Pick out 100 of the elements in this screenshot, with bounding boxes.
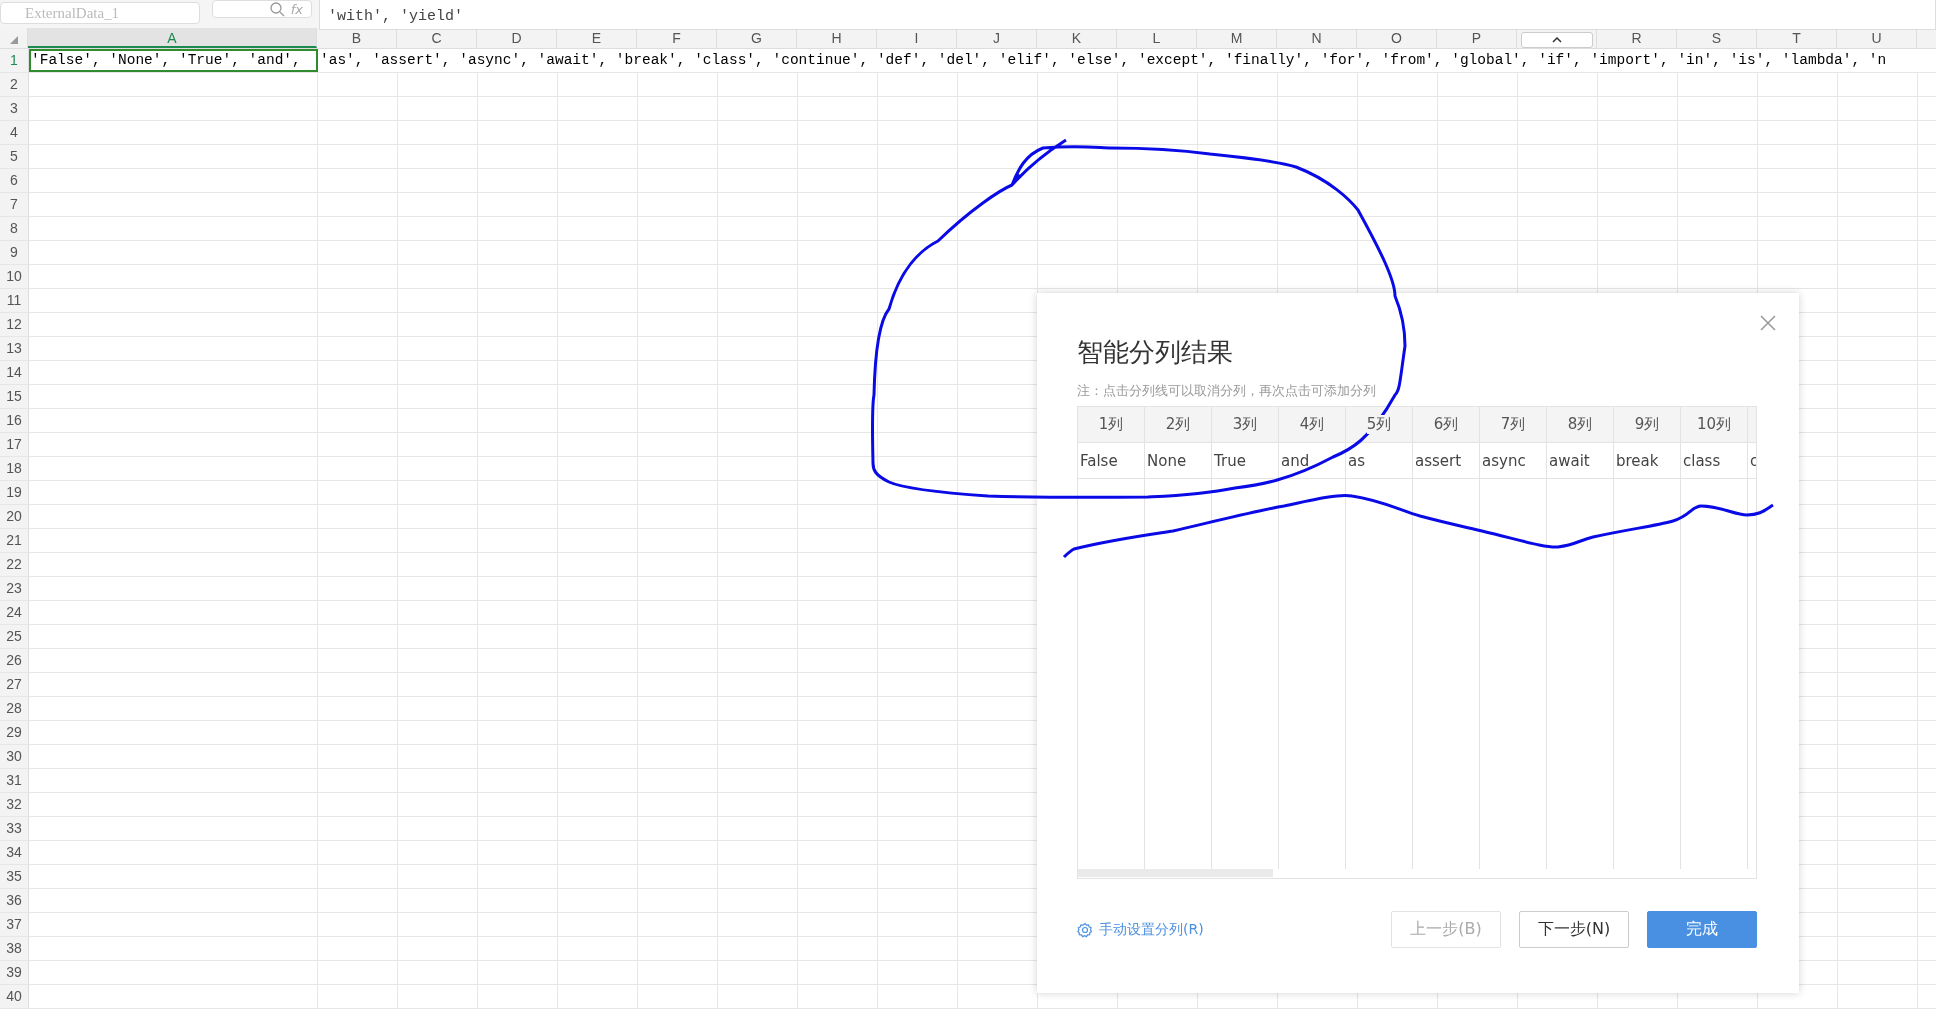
row-number[interactable]: 23 bbox=[0, 577, 29, 600]
row-number[interactable]: 27 bbox=[0, 673, 29, 696]
table-cell: break bbox=[1614, 443, 1680, 479]
table-cell: class bbox=[1681, 443, 1747, 479]
close-icon[interactable] bbox=[1759, 314, 1777, 332]
row-number[interactable]: 10 bbox=[0, 265, 29, 288]
note-text: 注：点击分列线可以取消分列，再次点击可添加分列 bbox=[1077, 382, 1377, 400]
row-number[interactable]: 2 bbox=[0, 73, 29, 96]
select-all-icon[interactable] bbox=[9, 36, 18, 44]
column-header[interactable]: 6列 bbox=[1413, 407, 1479, 443]
row-number[interactable]: 22 bbox=[0, 553, 29, 576]
row-number[interactable]: 26 bbox=[0, 649, 29, 672]
column-header[interactable]: R bbox=[1597, 28, 1677, 48]
table-cell: True bbox=[1212, 443, 1278, 479]
row-number[interactable]: 18 bbox=[0, 457, 29, 480]
row-number[interactable]: 25 bbox=[0, 625, 29, 648]
selected-cell[interactable]: 'False', 'None', 'True', 'and', bbox=[29, 49, 318, 72]
row-number[interactable]: 35 bbox=[0, 865, 29, 888]
column-header[interactable]: 3列 bbox=[1212, 407, 1278, 443]
row-number[interactable]: 5 bbox=[0, 145, 29, 168]
column-header[interactable]: L bbox=[1117, 28, 1197, 48]
column-header[interactable]: B bbox=[317, 28, 397, 48]
table-column[interactable]: 2列 None bbox=[1145, 407, 1212, 869]
row-number[interactable]: 4 bbox=[0, 121, 29, 144]
table-cell: as bbox=[1346, 443, 1412, 479]
column-header[interactable] bbox=[1748, 407, 1756, 443]
row-number[interactable]: 6 bbox=[0, 169, 29, 192]
column-header[interactable]: 4列 bbox=[1279, 407, 1345, 443]
row-number[interactable]: 39 bbox=[0, 961, 29, 984]
row-number[interactable]: 11 bbox=[0, 289, 29, 312]
cell-text: 'as', 'assert', 'async', 'await', 'break', 'class', 'continue', 'def', 'del', 'elif', 'else', 'except', 'finally', 'for', 'from', 'global', 'if', 'import', 'in', 'is', 'lambda', 'n bbox=[319, 51, 1887, 70]
row-number[interactable]: 30 bbox=[0, 745, 29, 768]
table-cell: and bbox=[1279, 443, 1345, 479]
column-header[interactable]: 1列 bbox=[1078, 407, 1144, 443]
column-header[interactable]: E bbox=[557, 28, 637, 48]
search-icon bbox=[268, 1, 285, 17]
row-number[interactable]: 7 bbox=[0, 193, 29, 216]
table-column[interactable]: 7列 async bbox=[1480, 407, 1547, 869]
table-column[interactable]: 4列 and bbox=[1279, 407, 1346, 869]
row-number[interactable]: 20 bbox=[0, 505, 29, 528]
row-number[interactable]: 34 bbox=[0, 841, 29, 864]
column-header[interactable]: I bbox=[877, 28, 957, 48]
row-number[interactable]: 8 bbox=[0, 217, 29, 240]
column-header[interactable]: M bbox=[1197, 28, 1277, 48]
row-number[interactable]: 33 bbox=[0, 817, 29, 840]
column-header[interactable]: F bbox=[637, 28, 717, 48]
table-cell: async bbox=[1480, 443, 1546, 479]
column-header[interactable]: T bbox=[1757, 28, 1837, 48]
row-number[interactable]: 36 bbox=[0, 889, 29, 912]
column-header[interactable]: H bbox=[797, 28, 877, 48]
collapse-button[interactable] bbox=[1520, 32, 1593, 48]
table-column[interactable]: 9列 break bbox=[1614, 407, 1681, 869]
fx-label: fx bbox=[290, 1, 303, 17]
table-column[interactable]: 10列 class bbox=[1681, 407, 1748, 869]
row-number[interactable]: 37 bbox=[0, 913, 29, 936]
column-header[interactable]: 9列 bbox=[1614, 407, 1680, 443]
table-column[interactable]: 8列 await bbox=[1547, 407, 1614, 869]
row-number[interactable]: 38 bbox=[0, 937, 29, 960]
row-number[interactable]: 12 bbox=[0, 313, 29, 336]
table-column[interactable]: 3列 True bbox=[1212, 407, 1279, 869]
column-header[interactable]: 7列 bbox=[1480, 407, 1546, 443]
scrollbar[interactable] bbox=[1078, 869, 1273, 877]
column-header[interactable]: U bbox=[1837, 28, 1917, 48]
column-header[interactable]: P bbox=[1437, 28, 1517, 48]
table-cell: False bbox=[1078, 443, 1144, 479]
column-header[interactable]: N bbox=[1277, 28, 1357, 48]
formula-bar[interactable]: 'with', 'yield' bbox=[319, 0, 1936, 30]
row-number[interactable]: 17 bbox=[0, 433, 29, 456]
column-header[interactable]: 5列 bbox=[1346, 407, 1412, 443]
table-column[interactable]: 5列 as bbox=[1346, 407, 1413, 869]
row-number[interactable]: 28 bbox=[0, 697, 29, 720]
row-number[interactable]: 21 bbox=[0, 529, 29, 552]
row-number[interactable]: 13 bbox=[0, 337, 29, 360]
column-header[interactable]: O bbox=[1357, 28, 1437, 48]
row-number[interactable]: 3 bbox=[0, 97, 29, 120]
column-header[interactable]: S bbox=[1677, 28, 1757, 48]
row-number[interactable]: 24 bbox=[0, 601, 29, 624]
column-header[interactable]: G bbox=[717, 28, 797, 48]
row-number[interactable]: 19 bbox=[0, 481, 29, 504]
row-number[interactable]: 40 bbox=[0, 985, 29, 1008]
row-number[interactable]: 29 bbox=[0, 721, 29, 744]
row-number[interactable]: 16 bbox=[0, 409, 29, 432]
column-header[interactable]: 8列 bbox=[1547, 407, 1613, 443]
row-number[interactable]: 9 bbox=[0, 241, 29, 264]
column-header[interactable]: D bbox=[477, 28, 557, 48]
column-header[interactable]: 2列 bbox=[1145, 407, 1211, 443]
table-cell: None bbox=[1145, 443, 1211, 479]
dialog-button[interactable]: 下一步(N) bbox=[1519, 911, 1629, 948]
row-number[interactable]: 14 bbox=[0, 361, 29, 384]
column-header[interactable]: 10列 bbox=[1681, 407, 1747, 443]
column-header[interactable]: J bbox=[957, 28, 1037, 48]
column-header[interactable]: C bbox=[397, 28, 477, 48]
column-header[interactable]: K bbox=[1037, 28, 1117, 48]
table-column[interactable]: 1列 False bbox=[1078, 407, 1145, 869]
table-column[interactable]: 6列 assert bbox=[1413, 407, 1480, 869]
row-number[interactable]: 31 bbox=[0, 769, 29, 792]
row-number[interactable]: 32 bbox=[0, 793, 29, 816]
row-number[interactable]: 15 bbox=[0, 385, 29, 408]
row-number[interactable]: 1 bbox=[0, 49, 29, 72]
table-cell: assert bbox=[1413, 443, 1479, 479]
